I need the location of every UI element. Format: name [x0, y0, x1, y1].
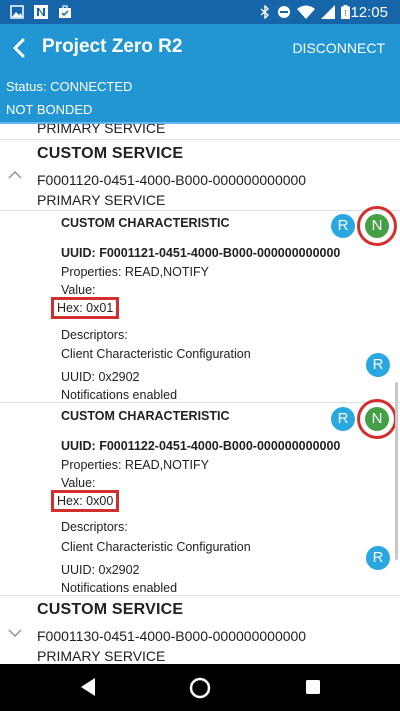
characteristic-uuid: UUID: F0001121-0451-4000-B000-0000000000…	[61, 246, 341, 260]
scrollbar[interactable]	[395, 382, 398, 560]
descriptor-name: Client Characteristic Configuration	[61, 540, 251, 554]
characteristic-properties: Properties: READ,NOTIFY	[61, 458, 209, 472]
service-header[interactable]: CUSTOM SERVICE F0001120-0451-4000-B000-0…	[0, 140, 400, 210]
descriptors-label: Descriptors:	[61, 328, 128, 342]
recents-nav-icon[interactable]	[305, 679, 321, 695]
signal-icon	[321, 5, 335, 19]
value-label: Value:	[61, 476, 96, 490]
descriptor-read-button[interactable]: R	[366, 353, 390, 377]
highlight-ring	[357, 206, 397, 246]
read-button[interactable]: R	[331, 407, 355, 431]
connection-status: Status: CONNECTED	[6, 79, 133, 94]
battery-icon: !	[341, 5, 350, 19]
chevron-up-icon[interactable]	[8, 170, 22, 180]
connection-status-strip: Status: CONNECTED NOT BONDED	[0, 72, 400, 122]
characteristic-item: CUSTOM CHARACTERISTIC R N UUID: F0001121…	[0, 206, 400, 402]
service-title: CUSTOM SERVICE	[37, 145, 184, 162]
descriptor-name: Client Characteristic Configuration	[61, 347, 251, 361]
n-notification-icon	[34, 5, 48, 19]
characteristic-title: CUSTOM CHARACTERISTIC	[61, 216, 230, 230]
home-nav-icon[interactable]	[188, 676, 212, 700]
service-title: CUSTOM SERVICE	[37, 601, 184, 618]
descriptor-status: Notifications enabled	[61, 581, 178, 595]
services-list[interactable]: PRIMARY SERVICE CUSTOM SERVICE F0001120-…	[0, 124, 400, 664]
svg-text:!: !	[344, 9, 346, 18]
service-uuid: F0001130-0451-4000-B000-000000000000	[37, 628, 307, 644]
descriptor-uuid: UUID: 0x2902	[61, 563, 140, 577]
do-not-disturb-icon	[278, 6, 290, 18]
value-label: Value:	[61, 283, 96, 297]
hex-value: Hex: 0x00	[51, 490, 120, 512]
characteristic-title: CUSTOM CHARACTERISTIC	[61, 409, 230, 423]
service-header[interactable]: CUSTOM SERVICE F0001130-0451-4000-B000-0…	[0, 596, 400, 664]
chevron-down-icon[interactable]	[8, 628, 22, 638]
service-uuid: F0001120-0451-4000-B000-000000000000	[37, 172, 307, 188]
disconnect-button[interactable]: DISCONNECT	[292, 40, 385, 56]
back-arrow-icon[interactable]	[8, 36, 32, 60]
characteristic-uuid: UUID: F0001122-0451-4000-B000-0000000000…	[61, 439, 341, 453]
wifi-icon	[297, 5, 315, 19]
descriptors-label: Descriptors:	[61, 520, 128, 534]
divider	[0, 402, 400, 403]
status-time: 12:05	[350, 4, 388, 21]
characteristic-properties: Properties: READ,NOTIFY	[61, 265, 209, 279]
service-type: PRIMARY SERVICE	[37, 192, 166, 208]
descriptor-read-button[interactable]: R	[366, 546, 390, 570]
briefcase-icon	[59, 5, 71, 18]
characteristic-item: CUSTOM CHARACTERISTIC R N UUID: F0001122…	[0, 399, 400, 595]
hex-value: Hex: 0x01	[51, 297, 120, 319]
page-title: Project Zero R2	[42, 36, 183, 57]
status-bar: ! 12:05	[0, 0, 400, 24]
navigation-bar	[0, 664, 400, 711]
service-type: PRIMARY SERVICE	[37, 648, 166, 664]
back-nav-icon[interactable]	[79, 677, 97, 697]
partial-service-type: PRIMARY SERVICE	[37, 124, 166, 136]
image-icon	[10, 5, 24, 19]
app-bar: Project Zero R2 DISCONNECT	[0, 24, 400, 72]
descriptor-uuid: UUID: 0x2902	[61, 370, 140, 384]
read-button[interactable]: R	[331, 214, 355, 238]
highlight-ring	[357, 399, 397, 439]
bluetooth-icon	[260, 5, 270, 19]
bond-status: NOT BONDED	[6, 102, 93, 117]
descriptor-status: Notifications enabled	[61, 388, 178, 402]
